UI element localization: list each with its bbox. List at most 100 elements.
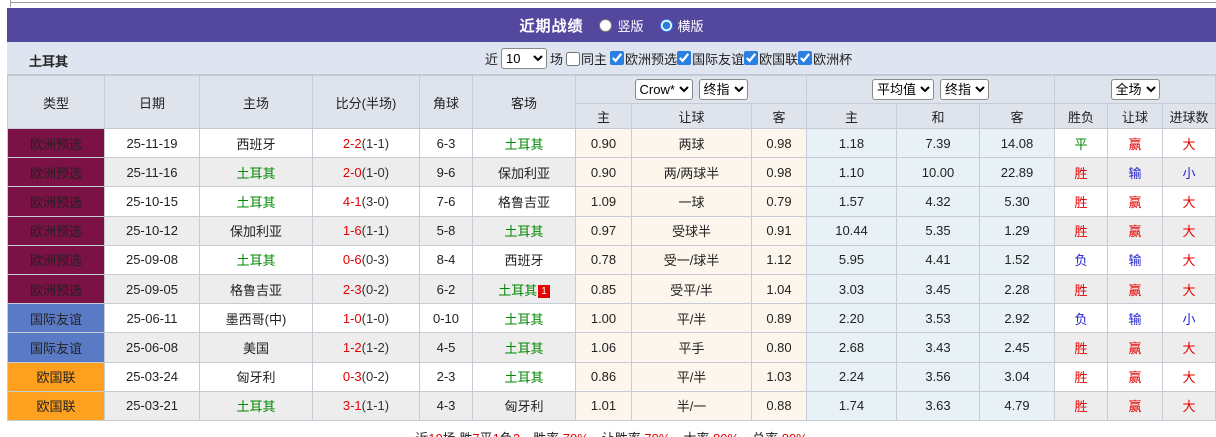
competition-checkbox[interactable] [610,51,625,66]
competition-filters: 欧洲预选 国际友谊 欧国联 欧洲杯 [610,49,852,69]
match-count-select[interactable]: 10 [501,48,548,69]
summary-text-part: ，让胜率 [589,431,645,437]
result-handicap: 赢 [1107,390,1164,421]
competition-label: 欧洲杯 [813,51,853,67]
full-time-score: 1-0 [342,310,362,326]
handicap-away-odds: 1.04 [751,273,807,305]
home-team: 西班牙 [199,127,313,159]
same-home-option[interactable]: 同主 [566,49,607,68]
result-outcome: 胜 [1054,215,1109,246]
result-outcome: 胜 [1054,273,1109,305]
same-home-label: 同主 [581,52,608,67]
summary-text-part: 80% [713,431,739,437]
competition-checkbox[interactable] [677,51,692,66]
layout-vertical-option[interactable]: 竖版 [599,16,644,35]
table-row: 欧洲预选 25-10-15 土耳其 4-1(3-0) 7-6 格鲁吉亚 1.09 一球 0.79… [7,186,1216,217]
horizontal-layout-radio[interactable] [659,18,673,32]
handicap-away-odds: 0.80 [751,332,807,363]
euro-home-odds: 2.20 [806,303,897,334]
match-score: 0-6(0-3) [312,244,420,275]
euro-away-odds: 1.52 [978,244,1056,275]
full-time-score: 1-6 [342,223,362,239]
vertical-layout-radio[interactable] [599,18,613,32]
away-team: 土耳其 [472,303,576,334]
half-time-score: (1-2) [361,339,390,355]
top-divider [10,2,1216,3]
summary-text-part: 70% [563,431,589,437]
col-header-corner: 角球 [419,75,473,129]
competition-filter-option[interactable]: 欧洲预选 [610,49,677,68]
competition-label: 欧国联 [759,51,799,67]
euro-away-odds: 4.79 [978,390,1056,421]
euro-draw-odds: 3.56 [896,361,980,392]
handicap-line: 平/半 [631,303,752,334]
handicap-home-odds: 1.01 [575,390,632,421]
away-team: 保加利亚 [472,157,576,188]
away-team: 土耳其 [472,361,576,392]
table-row: 欧洲预选 25-11-16 土耳其 2-0(1-0) 9-6 保加利亚 0.90 两/两球半 0… [7,157,1216,188]
competition-checkbox[interactable] [798,51,813,66]
col-header-euro-draw: 和 [896,103,980,129]
match-date: 25-11-16 [104,157,200,188]
half-time-score: (3-0) [361,193,390,209]
away-team: 土耳其 [472,215,576,246]
match-date: 25-11-19 [104,127,200,159]
summary-text-part: 近 [415,431,428,437]
result-outcome: 负 [1054,244,1109,275]
competition-badge: 欧洲预选 [7,157,105,188]
result-outcome: 负 [1054,303,1109,334]
competition-checkbox[interactable] [744,51,759,66]
summary-text-part: 70% [644,431,670,437]
table-row: 国际友谊 25-06-11 墨西哥(中) 1-0(1-0) 0-10 土耳其 1.00 平/半… [7,303,1216,334]
euro-home-odds: 2.68 [806,332,897,363]
handicap-line: 两球 [631,127,752,159]
euro-away-odds: 2.28 [978,273,1056,305]
handicap-line: 半/一 [631,390,752,421]
result-handicap: 赢 [1107,332,1164,363]
summary-footer: 近10场 胜7平1负2，胜率 70%，让胜率 70%，大率 80%，总率 80% [7,428,1216,437]
euro-home-odds: 5.95 [806,244,897,275]
competition-filter-option[interactable]: 欧国联 [744,49,798,68]
result-goals: 大 [1162,390,1216,421]
col-header-goals: 进球数 [1162,103,1216,129]
competition-badge: 欧国联 [7,361,105,392]
handicap-final-index-select[interactable]: 终指 [698,79,748,100]
home-team: 墨西哥(中) [199,303,313,334]
home-team: 土耳其 [199,390,313,421]
result-goals: 大 [1162,186,1216,217]
euro-away-odds: 22.89 [978,157,1056,188]
result-outcome: 胜 [1054,332,1109,363]
average-select[interactable]: 平均值 [872,79,934,100]
scope-select[interactable]: 全场 [1110,79,1160,100]
home-team: 土耳其 [199,244,313,275]
handicap-line: 两/两球半 [631,157,752,188]
euro-draw-odds: 3.45 [896,273,980,305]
euro-draw-odds: 4.41 [896,244,980,275]
layout-horizontal-option[interactable]: 横版 [659,16,704,35]
bookmaker-select[interactable]: Crow* [634,79,693,100]
euro-away-odds: 2.92 [978,303,1056,334]
handicap-home-odds: 1.00 [575,303,632,334]
handicap-home-odds: 0.78 [575,244,632,275]
same-home-checkbox[interactable] [566,51,581,66]
competition-badge: 国际友谊 [7,303,105,334]
competition-badge: 欧国联 [7,390,105,421]
competition-filter-option[interactable]: 欧洲杯 [798,49,852,68]
recent-results-panel: 近期战绩 竖版 横版 土耳其 近 10 场 同主 欧洲预选 国际友谊 欧国联 欧洲杯 [0,0,1216,437]
corner-score: 6-2 [419,273,473,305]
euro-final-index-select[interactable]: 终指 [940,79,989,100]
handicap-away-odds: 0.88 [751,390,807,421]
euro-home-odds: 1.57 [806,186,897,217]
matches-unit-label: 场 [550,52,564,67]
competition-filter-option[interactable]: 国际友谊 [677,49,744,68]
summary-text-part: ，总率 [739,431,782,437]
euro-draw-odds: 10.00 [896,157,980,188]
col-header-away: 客场 [472,75,576,129]
euro-away-odds: 2.45 [978,332,1056,363]
home-team: 土耳其 [199,186,313,217]
red-card-badge: 1 [538,284,550,298]
result-goals: 大 [1162,215,1216,246]
euro-away-odds: 14.08 [978,127,1056,159]
half-time-score: (1-1) [361,223,390,239]
corner-score: 9-6 [419,157,473,188]
